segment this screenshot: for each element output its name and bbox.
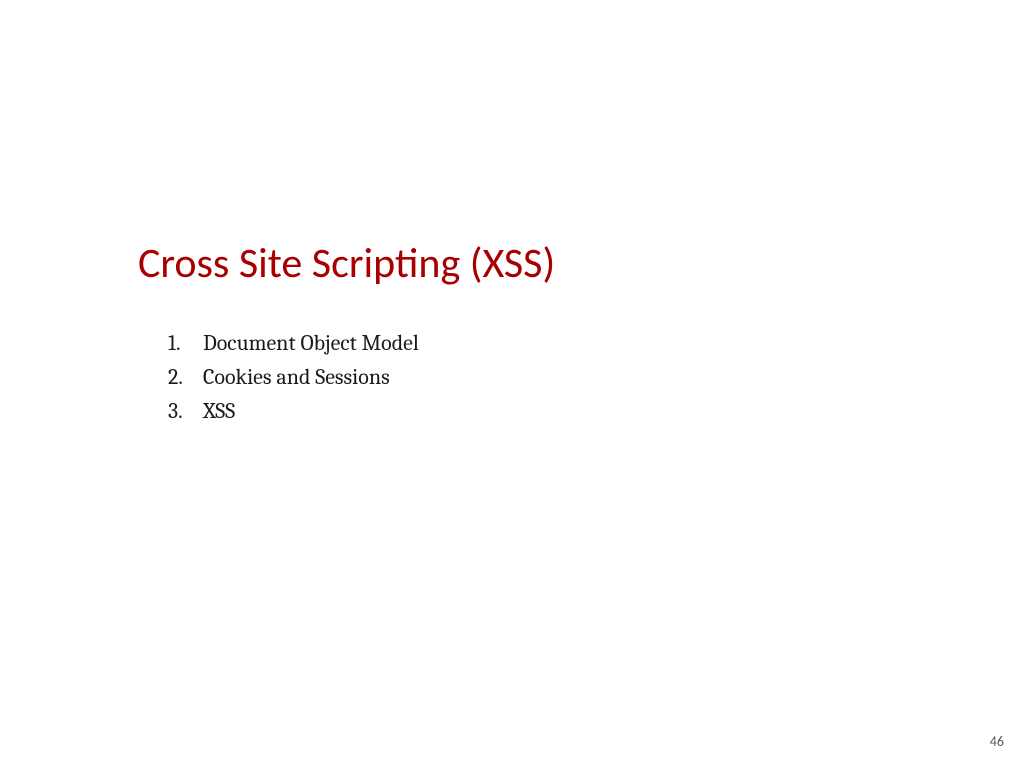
page-number: 46	[990, 733, 1004, 750]
list-item: 1. Document Object Model	[168, 330, 419, 356]
list-item: 3. XSS	[168, 398, 419, 424]
outline-list: 1. Document Object Model 2. Cookies and …	[168, 330, 419, 432]
list-number: 3.	[168, 398, 203, 424]
list-item: 2. Cookies and Sessions	[168, 364, 419, 390]
list-text: XSS	[203, 398, 235, 424]
list-number: 2.	[168, 364, 203, 390]
list-text: Document Object Model	[203, 330, 419, 356]
list-text: Cookies and Sessions	[203, 364, 390, 390]
slide-title: Cross Site Scripting (XSS)	[138, 238, 555, 289]
list-number: 1.	[168, 330, 203, 356]
